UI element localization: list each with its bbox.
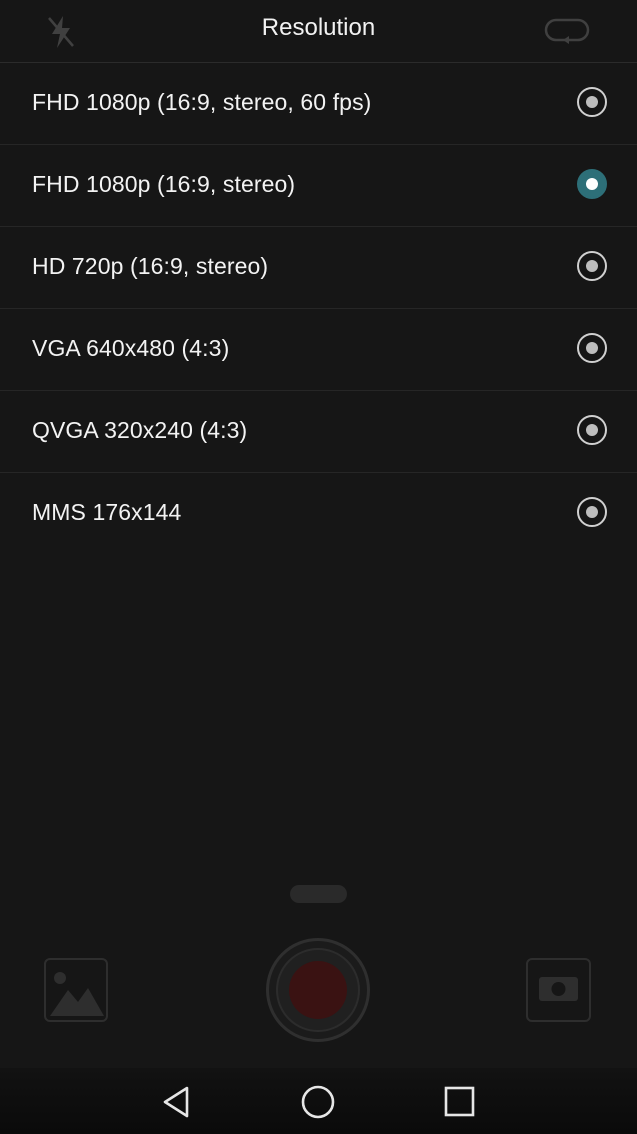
radio-dot (586, 342, 598, 354)
radio-dot (586, 424, 598, 436)
radio-button[interactable] (577, 333, 607, 363)
resolution-option[interactable]: MMS 176x144 (0, 473, 637, 554)
radio-dot (586, 178, 598, 190)
navigation-bar (0, 1068, 637, 1134)
radio-button[interactable] (577, 497, 607, 527)
record-icon (289, 961, 347, 1019)
switch-camera-icon[interactable] (543, 14, 591, 53)
drawer-handle[interactable] (290, 885, 347, 903)
gallery-button[interactable] (44, 958, 108, 1022)
radio-button-selected[interactable] (577, 169, 607, 199)
record-button[interactable] (266, 938, 370, 1042)
resolution-option-label: VGA 640x480 (4:3) (32, 335, 230, 361)
radio-dot (586, 260, 598, 272)
radio-dot (586, 96, 598, 108)
camera-icon (539, 977, 578, 1001)
radio-button[interactable] (577, 251, 607, 281)
resolution-option-label: QVGA 320x240 (4:3) (32, 417, 248, 443)
gallery-icon (50, 972, 104, 1016)
camera-resolution-screen: Resolution FHD 1080p (16:9, stereo, 60 f… (0, 0, 637, 1134)
resolution-option[interactable]: VGA 640x480 (4:3) (0, 309, 637, 391)
back-icon[interactable] (159, 1084, 195, 1120)
snapshot-button[interactable] (526, 958, 591, 1022)
radio-dot (586, 506, 598, 518)
recent-apps-icon[interactable] (441, 1084, 477, 1120)
radio-button[interactable] (577, 87, 607, 117)
resolution-option-label: HD 720p (16:9, stereo) (32, 253, 269, 279)
resolution-option[interactable]: QVGA 320x240 (4:3) (0, 391, 637, 473)
page-title: Resolution (261, 14, 376, 41)
resolution-header: Resolution (0, 0, 637, 63)
resolution-option[interactable]: HD 720p (16:9, stereo) (0, 227, 637, 309)
resolution-option-label: FHD 1080p (16:9, stereo, 60 fps) (32, 89, 372, 115)
radio-button[interactable] (577, 415, 607, 445)
resolution-option-label: FHD 1080p (16:9, stereo) (32, 171, 296, 197)
resolution-option[interactable]: FHD 1080p (16:9, stereo) (0, 145, 637, 227)
resolution-option-label: MMS 176x144 (32, 499, 182, 525)
resolution-option[interactable]: FHD 1080p (16:9, stereo, 60 fps) (0, 63, 637, 145)
resolution-options-list: FHD 1080p (16:9, stereo, 60 fps) FHD 108… (0, 63, 637, 554)
home-icon[interactable] (300, 1084, 336, 1120)
